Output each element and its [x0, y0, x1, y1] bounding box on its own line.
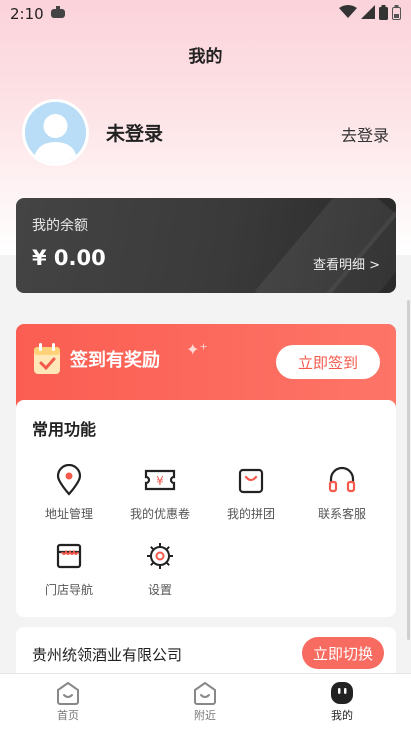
- shopping-bag-icon: [238, 468, 264, 494]
- nav-mine[interactable]: 我的: [312, 680, 372, 723]
- func-groupbuy[interactable]: 我的拼团: [206, 464, 296, 534]
- gear-icon: [147, 543, 173, 569]
- checkin-button[interactable]: 立即签到: [276, 345, 380, 379]
- balance-detail-link[interactable]: 查看明细 >: [313, 254, 380, 273]
- login-link[interactable]: 去登录: [341, 122, 389, 146]
- signal-icon: [361, 5, 375, 23]
- status-bar: 2:10: [0, 0, 411, 28]
- gamepad-icon: [50, 5, 66, 23]
- func-label: 联系客服: [317, 507, 366, 521]
- sparkle-icon: ✦⁺: [186, 340, 208, 359]
- nav-label: 首页: [57, 709, 79, 722]
- store-icon: [56, 543, 82, 569]
- home-icon: [57, 681, 79, 705]
- func-label: 我的拼团: [226, 507, 275, 521]
- nearby-icon: [194, 681, 216, 705]
- bottom-nav: 首页 附近 我的: [0, 673, 411, 731]
- scrollbar[interactable]: [407, 300, 410, 640]
- checkin-title: 签到有奖励: [70, 350, 160, 371]
- battery-status-icon: [392, 4, 401, 24]
- balance-value: ¥ 0.00: [32, 246, 106, 270]
- switch-button[interactable]: 立即切换: [302, 637, 384, 669]
- nav-label: 我的: [331, 709, 353, 722]
- avatar[interactable]: [22, 99, 89, 166]
- func-store-nav[interactable]: 门店导航: [24, 540, 114, 610]
- nav-home[interactable]: 首页: [38, 680, 98, 723]
- company-name: 贵州统领酒业有限公司: [32, 646, 183, 664]
- func-label: 设置: [147, 583, 172, 597]
- mine-icon: [331, 682, 353, 704]
- func-address[interactable]: 地址管理: [24, 464, 114, 534]
- func-label: 我的优惠卷: [129, 507, 190, 521]
- func-settings[interactable]: 设置: [115, 540, 205, 610]
- functions-title: 常用功能: [32, 420, 97, 439]
- wifi-icon: [339, 5, 357, 23]
- balance-card: 我的余额 ¥ 0.00 查看明细 >: [16, 198, 396, 293]
- status-time: 2:10: [10, 5, 44, 23]
- func-label: 地址管理: [44, 507, 93, 521]
- nav-label: 附近: [194, 709, 216, 722]
- username: 未登录: [106, 123, 164, 145]
- nav-nearby[interactable]: 附近: [175, 680, 235, 723]
- battery-icon: [379, 4, 388, 24]
- location-pin-icon: [56, 464, 82, 496]
- balance-label: 我的余额: [32, 218, 88, 234]
- page-title: 我的: [188, 47, 223, 67]
- svg-text:¥: ¥: [156, 474, 164, 488]
- func-label: 门店导航: [44, 583, 93, 597]
- coupon-icon: ¥: [144, 469, 176, 491]
- user-silhouette-icon: [25, 102, 86, 163]
- func-service[interactable]: 联系客服: [297, 464, 387, 534]
- func-coupon[interactable]: ¥ 我的优惠卷: [115, 464, 205, 534]
- functions-card: 常用功能 地址管理 ¥ 我的优惠卷 我的拼团 联系客服 门店导航 设置: [16, 400, 396, 617]
- calendar-check-icon: [32, 342, 62, 376]
- headset-icon: [328, 466, 356, 493]
